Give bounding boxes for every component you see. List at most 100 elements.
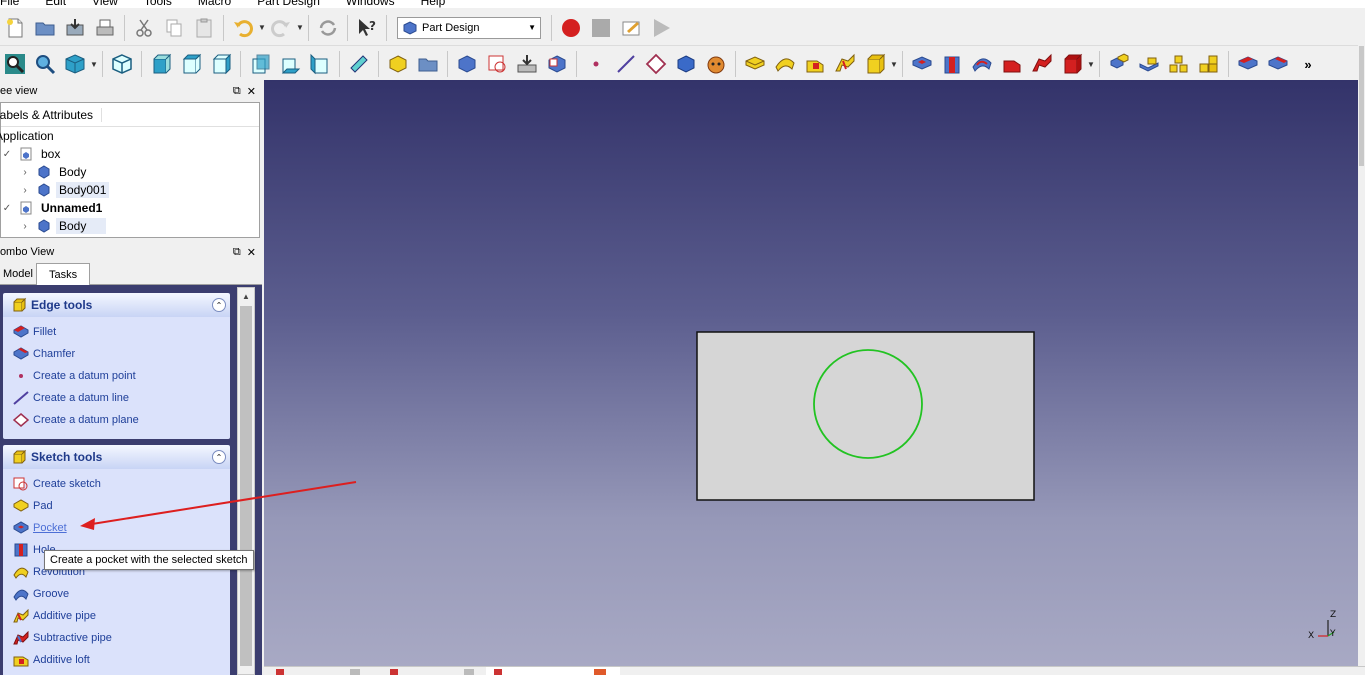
task-create-sketch[interactable]: Create sketch: [3, 473, 230, 495]
tree-item-body001[interactable]: › Body001: [1, 181, 259, 199]
tree-item-body[interactable]: › Body: [1, 163, 259, 181]
menu-view[interactable]: View: [92, 0, 118, 8]
edge-tools-header[interactable]: Edge tools ⌃: [3, 293, 230, 317]
menu-windows[interactable]: Windows: [346, 0, 395, 8]
task-subtractive-pipe[interactable]: Subtractive pipe: [3, 627, 230, 649]
print-button[interactable]: [91, 14, 119, 42]
menu-file[interactable]: File: [0, 0, 19, 8]
menu-edit[interactable]: Edit: [45, 0, 66, 8]
task-additive-pipe[interactable]: Additive pipe: [3, 605, 230, 627]
redo-button[interactable]: [267, 14, 295, 42]
copy-button[interactable]: [160, 14, 188, 42]
subtractive-loft-toolbar-button[interactable]: [998, 50, 1026, 78]
float-panel-icon[interactable]: ⧉: [233, 246, 241, 259]
collapse-icon[interactable]: ⌃: [212, 450, 226, 464]
task-panel-scrollbar[interactable]: ▲: [237, 287, 255, 675]
scrollbar-thumb[interactable]: [240, 306, 252, 666]
chevron-right-icon[interactable]: ›: [19, 221, 31, 232]
save-button[interactable]: [61, 14, 89, 42]
draw-style-button[interactable]: [61, 50, 89, 78]
new-document-button[interactable]: [1, 14, 29, 42]
subtractive-primitive-dropdown[interactable]: ▼: [1087, 50, 1095, 78]
sketch-tools-header[interactable]: Sketch tools ⌃: [3, 445, 230, 469]
view-front-button[interactable]: [147, 50, 175, 78]
view-isometric-button[interactable]: [108, 50, 136, 78]
task-datum-point[interactable]: Create a datum point: [3, 365, 230, 387]
redo-dropdown[interactable]: ▼: [296, 14, 304, 42]
workbench-selector[interactable]: Part Design ▼: [397, 16, 541, 39]
chamfer-toolbar-button[interactable]: [1264, 50, 1292, 78]
float-panel-icon[interactable]: ⧉: [233, 85, 241, 98]
tree-item-unnamed1[interactable]: ✓ Unnamed1: [1, 199, 259, 217]
datum-line-button[interactable]: [612, 50, 640, 78]
paste-button[interactable]: [190, 14, 218, 42]
3d-viewport[interactable]: Z X Y: [264, 80, 1358, 666]
pocket-toolbar-button[interactable]: [908, 50, 936, 78]
polar-pattern-button[interactable]: [1165, 50, 1193, 78]
document-tab[interactable]: [276, 667, 376, 675]
additive-primitive-dropdown[interactable]: ▼: [890, 50, 898, 78]
edit-macro-button[interactable]: [617, 14, 645, 42]
scroll-up-icon[interactable]: ▲: [238, 288, 254, 304]
stop-macro-button[interactable]: [587, 14, 615, 42]
subtractive-primitive-button[interactable]: [1058, 50, 1086, 78]
refresh-button[interactable]: [314, 14, 342, 42]
undo-dropdown[interactable]: ▼: [258, 14, 266, 42]
datum-point-button[interactable]: [582, 50, 610, 78]
sketch-rectangle[interactable]: [696, 331, 1035, 501]
tree-item-box[interactable]: ✓ box: [1, 145, 259, 163]
create-body-button[interactable]: [384, 50, 412, 78]
pad-button[interactable]: [741, 50, 769, 78]
view-left-button[interactable]: [306, 50, 334, 78]
menu-macro[interactable]: Macro: [198, 0, 231, 8]
chevron-down-icon[interactable]: ✓: [1, 203, 13, 214]
document-tab-active[interactable]: [486, 667, 620, 675]
view-rear-button[interactable]: [246, 50, 274, 78]
undo-button[interactable]: [229, 14, 257, 42]
task-fillet[interactable]: Fillet: [3, 321, 230, 343]
task-datum-plane[interactable]: Create a datum plane: [3, 409, 230, 431]
measure-button[interactable]: [345, 50, 373, 78]
chevron-down-icon[interactable]: ✓: [1, 149, 13, 160]
chevron-right-icon[interactable]: ›: [19, 185, 31, 196]
hole-toolbar-button[interactable]: [938, 50, 966, 78]
clone-button[interactable]: [702, 50, 730, 78]
create-part-button[interactable]: [414, 50, 442, 78]
groove-toolbar-button[interactable]: [968, 50, 996, 78]
close-icon[interactable]: ✕: [247, 85, 256, 98]
additive-loft-button[interactable]: [801, 50, 829, 78]
multi-transform-button[interactable]: [1195, 50, 1223, 78]
close-icon[interactable]: ✕: [247, 246, 256, 259]
task-pad[interactable]: Pad: [3, 495, 230, 517]
tab-model[interactable]: Model: [0, 263, 36, 285]
tree-item-body-active[interactable]: › Body: [1, 217, 259, 235]
document-tab[interactable]: [390, 667, 490, 675]
view-bottom-button[interactable]: [276, 50, 304, 78]
open-button[interactable]: [31, 14, 59, 42]
mirrored-button[interactable]: [1105, 50, 1133, 78]
menu-tools[interactable]: Tools: [144, 0, 172, 8]
shape-binder-button[interactable]: [453, 50, 481, 78]
map-sketch-button[interactable]: [543, 50, 571, 78]
tree-column-header[interactable]: Labels & Attributes: [0, 107, 103, 122]
tab-tasks[interactable]: Tasks: [35, 263, 91, 285]
linear-pattern-button[interactable]: [1135, 50, 1163, 78]
task-groove[interactable]: Groove: [3, 583, 230, 605]
revolution-button[interactable]: [771, 50, 799, 78]
local-cs-button[interactable]: [672, 50, 700, 78]
task-datum-line[interactable]: Create a datum line: [3, 387, 230, 409]
datum-plane-button[interactable]: [642, 50, 670, 78]
whats-this-button[interactable]: ?: [353, 14, 381, 42]
validate-sketch-button[interactable]: [513, 50, 541, 78]
task-chamfer[interactable]: Chamfer: [3, 343, 230, 365]
new-sketch-button[interactable]: [483, 50, 511, 78]
cut-button[interactable]: [130, 14, 158, 42]
scrollbar-thumb[interactable]: [1359, 46, 1364, 166]
more-tools-button[interactable]: »: [1294, 50, 1322, 78]
view-right-button[interactable]: [207, 50, 235, 78]
draw-style-dropdown[interactable]: ▼: [90, 50, 98, 78]
run-macro-button[interactable]: [647, 14, 675, 42]
window-scrollbar[interactable]: [1358, 36, 1365, 675]
additive-pipe-button[interactable]: [831, 50, 859, 78]
subtractive-pipe-toolbar-button[interactable]: [1028, 50, 1056, 78]
